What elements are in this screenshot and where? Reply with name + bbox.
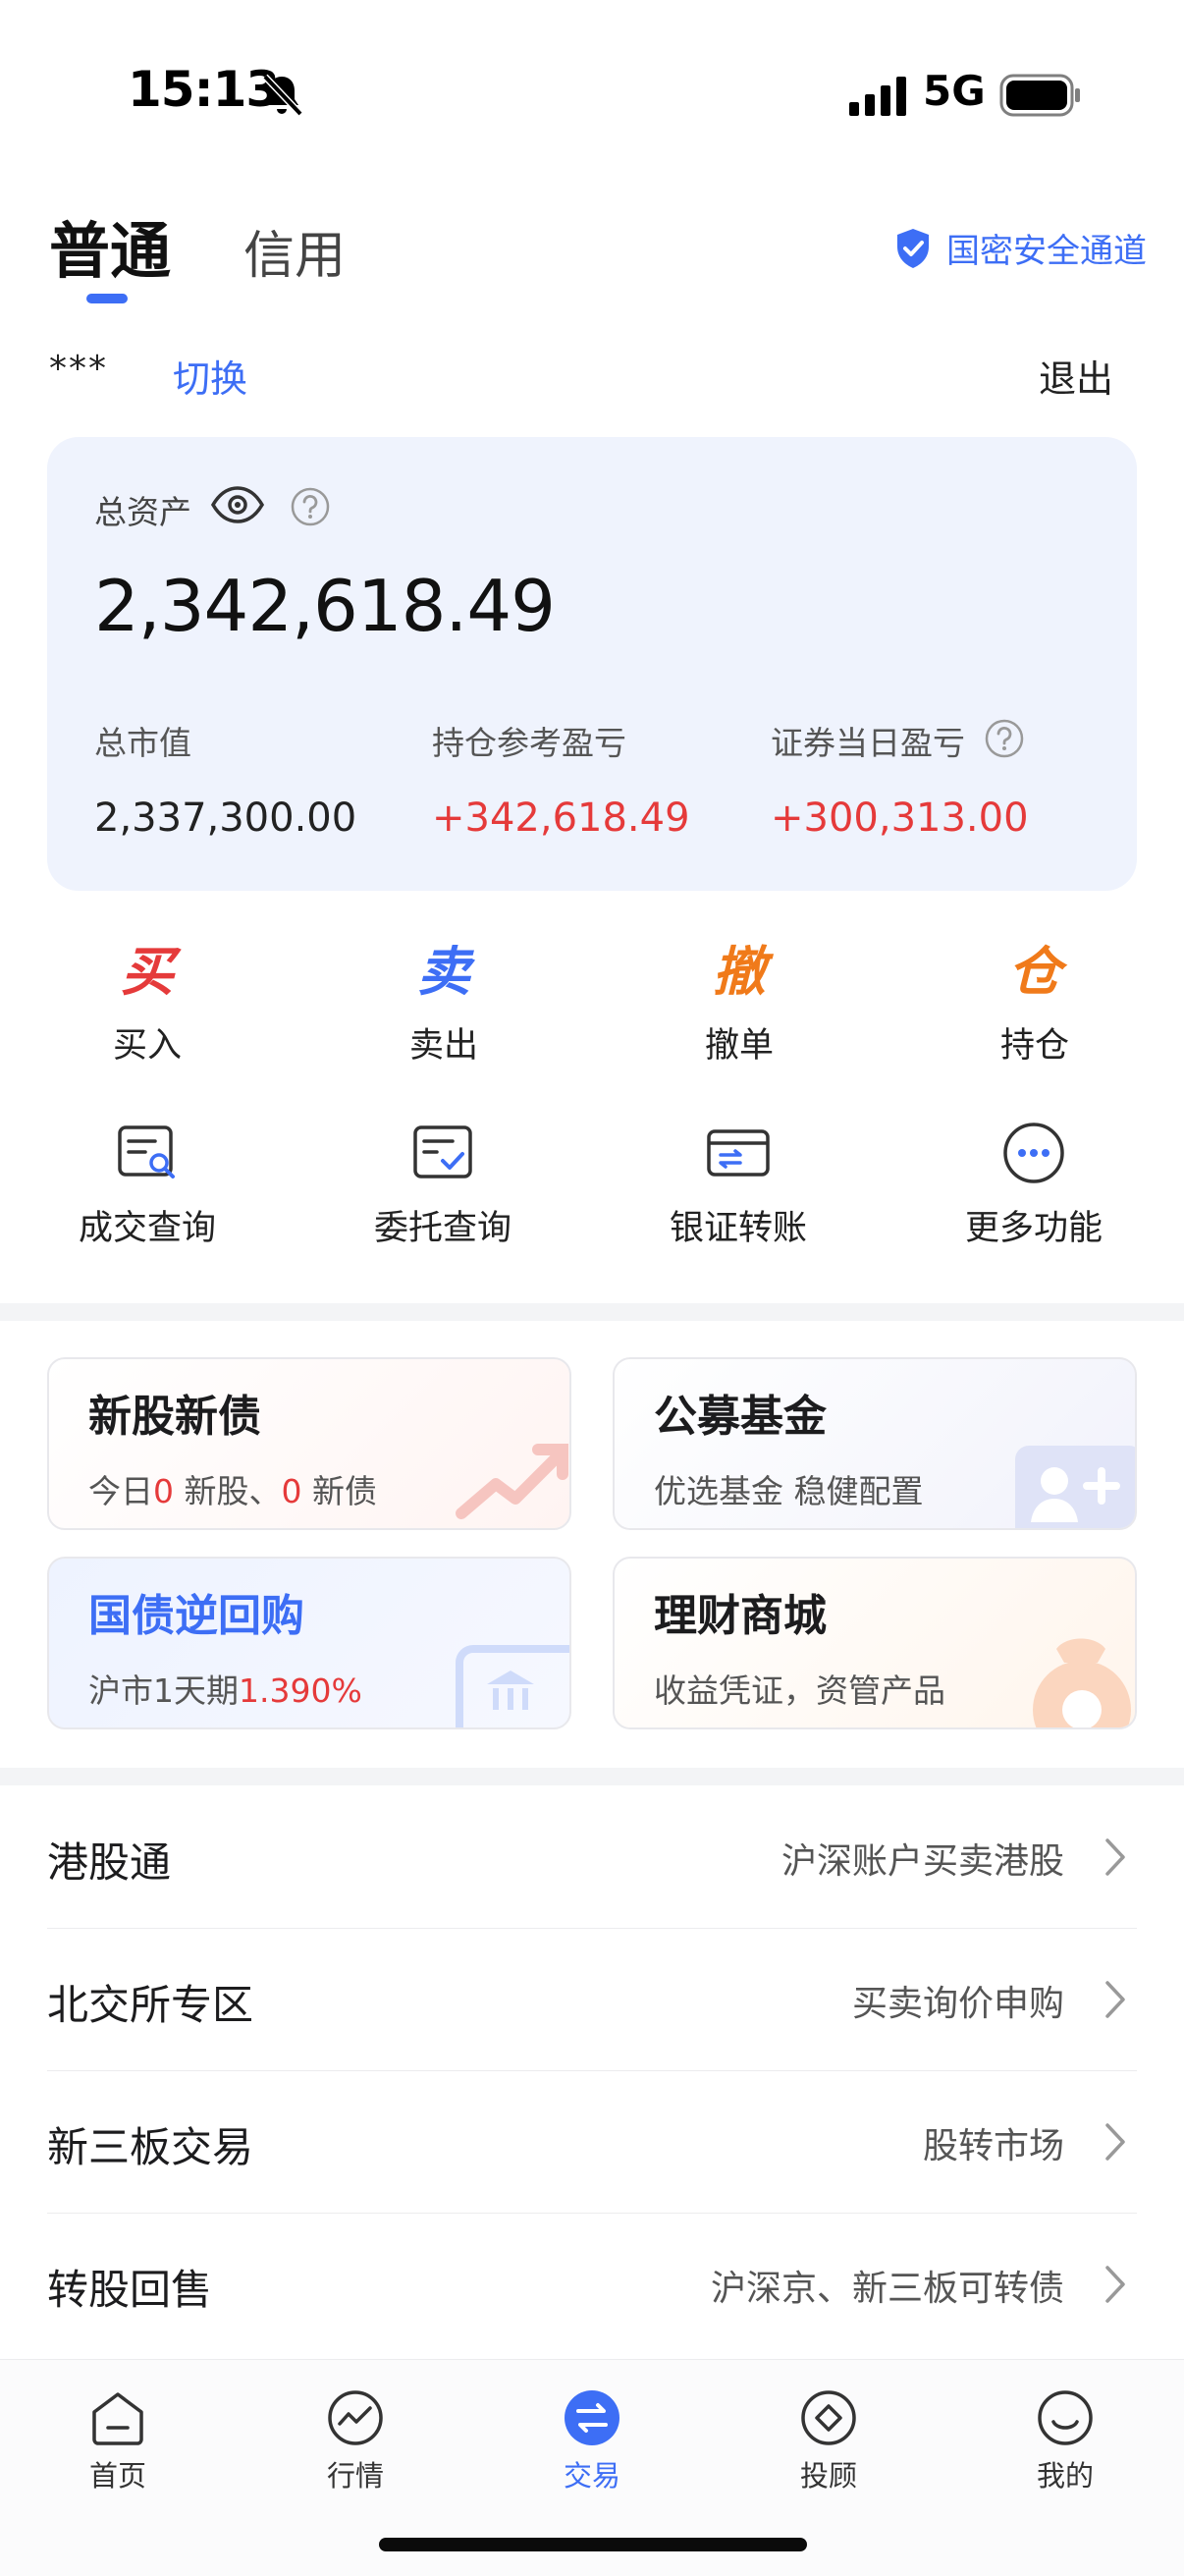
positions-icon: 仓 (1008, 941, 1061, 1003)
public-fund-title: 公募基金 (654, 1392, 827, 1442)
market-icon (328, 2390, 383, 2445)
nav-trade[interactable]: 交易 (513, 2386, 671, 2494)
switch-account-link[interactable]: 切换 (173, 349, 247, 403)
neeq-trading-title: 新三板交易 (47, 2123, 254, 2171)
reverse-repo-subtitle: 沪市1天期1.390% (88, 1672, 362, 1710)
daily-pnl-value: +300,313.00 (771, 795, 1029, 841)
tab-credit[interactable]: 信用 (243, 214, 346, 288)
help-icon[interactable] (290, 486, 331, 527)
more-dots-icon (1003, 1123, 1064, 1183)
wealth-mall-card[interactable]: 理财商城 收益凭证，资管产品 (613, 1557, 1137, 1729)
tab-active-indicator (86, 294, 128, 303)
chevron-right-icon (1105, 1981, 1125, 2018)
bank-icon (456, 1645, 569, 1727)
total-assets-label: 总资产 (94, 493, 191, 531)
ipo-card[interactable]: 新股新债 今日0 新股、0 新债 (47, 1357, 571, 1530)
conversion-putback-title: 转股回售 (47, 2266, 213, 2314)
eye-icon[interactable] (210, 484, 265, 525)
bell-muted-icon (262, 74, 303, 117)
bank-transfer-label: 银证转账 (669, 1209, 807, 1248)
nav-market-label: 行情 (326, 2459, 384, 2493)
sell-button[interactable]: 卖 卖出 (360, 943, 527, 1068)
buy-button[interactable]: 买 买入 (64, 943, 231, 1068)
deal-query-button[interactable]: 成交查询 (49, 1120, 245, 1250)
section-divider (0, 1303, 1184, 1321)
more-functions-label: 更多功能 (964, 1209, 1103, 1248)
wealth-mall-title: 理财商城 (654, 1591, 827, 1641)
battery-icon (999, 74, 1080, 117)
section-divider (0, 1768, 1184, 1785)
trend-up-icon (456, 1444, 568, 1519)
home-indicator (379, 2538, 807, 2551)
nav-profile[interactable]: 我的 (987, 2386, 1144, 2494)
positions-label: 持仓 (999, 1026, 1069, 1066)
position-pnl-value: +342,618.49 (432, 795, 690, 841)
cancel-order-icon: 撤 (713, 941, 766, 1003)
sell-icon: 卖 (417, 941, 470, 1003)
more-functions-button[interactable]: 更多功能 (936, 1120, 1132, 1250)
ipo-subtitle: 今日0 新股、0 新债 (88, 1472, 377, 1510)
bank-transfer-button[interactable]: 银证转账 (640, 1120, 836, 1250)
chevron-right-icon (1105, 2266, 1125, 2303)
wealth-mall-subtitle: 收益凭证，资管产品 (654, 1672, 945, 1710)
transfer-card-icon (707, 1129, 770, 1177)
hk-connect-row[interactable]: 港股通 沪深账户买卖港股 (47, 1785, 1137, 1929)
neeq-trading-row[interactable]: 新三板交易 股转市场 (47, 2070, 1137, 2214)
position-pnl-label: 持仓参考盈亏 (432, 724, 626, 762)
nav-home-label: 首页 (88, 2459, 146, 2493)
order-query-label: 委托查询 (373, 1209, 511, 1248)
nav-profile-label: 我的 (1036, 2459, 1094, 2493)
user-add-icon (1015, 1446, 1135, 1528)
nav-home[interactable]: 首页 (39, 2386, 196, 2494)
bse-zone-title: 北交所专区 (47, 1981, 254, 2029)
bse-zone-row[interactable]: 北交所专区 买卖询价申购 (47, 1928, 1137, 2071)
chevron-right-icon (1105, 2123, 1125, 2161)
home-icon (92, 2392, 143, 2445)
nav-trade-label: 交易 (563, 2459, 620, 2493)
public-fund-subtitle: 优选基金 稳健配置 (654, 1472, 924, 1510)
deal-search-icon (118, 1125, 175, 1178)
signal-icon (849, 77, 906, 116)
trade-icon (565, 2390, 619, 2445)
market-value-label: 总市值 (94, 724, 191, 762)
account-masked: *** (49, 349, 108, 389)
buy-label: 买入 (112, 1026, 182, 1066)
public-fund-card[interactable]: 公募基金 优选基金 稳健配置 (613, 1357, 1137, 1530)
secure-channel-label: 国密安全通道 (946, 232, 1147, 271)
deal-query-label: 成交查询 (78, 1209, 216, 1248)
hk-connect-subtitle: 沪深账户买卖港股 (780, 1841, 1064, 1882)
ipo-title: 新股新债 (88, 1392, 261, 1442)
tab-normal[interactable]: 普通 (49, 201, 171, 290)
reverse-repo-title: 国债逆回购 (88, 1591, 304, 1641)
order-check-icon (413, 1125, 472, 1178)
chevron-right-icon (1105, 1838, 1125, 1876)
profile-icon (1038, 2390, 1093, 2445)
order-query-button[interactable]: 委托查询 (345, 1120, 541, 1250)
neeq-trading-subtitle: 股转市场 (922, 2126, 1064, 2166)
nav-advisor-label: 投顾 (799, 2459, 857, 2493)
buy-icon: 买 (121, 941, 174, 1003)
hk-connect-title: 港股通 (47, 1838, 172, 1887)
positions-button[interactable]: 仓 持仓 (951, 943, 1118, 1068)
daily-pnl-label: 证券当日盈亏 (771, 724, 965, 762)
bse-zone-subtitle: 买卖询价申购 (851, 1984, 1064, 2024)
cancel-order-label: 撤单 (704, 1026, 774, 1066)
money-bag-icon (1033, 1638, 1131, 1727)
cancel-order-button[interactable]: 撤 撤单 (656, 943, 823, 1068)
nav-advisor[interactable]: 投顾 (750, 2386, 907, 2494)
nav-market[interactable]: 行情 (277, 2386, 434, 2494)
conversion-putback-subtitle: 沪深京、新三板可转债 (710, 2269, 1064, 2309)
total-assets-value: 2,342,618.49 (94, 565, 556, 647)
secure-channel-link[interactable]: 国密安全通道 (893, 224, 1147, 272)
market-value: 2,337,300.00 (94, 795, 357, 841)
help-icon[interactable] (984, 718, 1025, 759)
conversion-putback-row[interactable]: 转股回售 沪深京、新三板可转债 (47, 2213, 1137, 2355)
network-label: 5G (923, 67, 986, 115)
shield-check-icon (897, 228, 929, 268)
sell-label: 卖出 (408, 1026, 478, 1066)
logout-link[interactable]: 退出 (1039, 349, 1113, 403)
advisor-icon (801, 2390, 856, 2445)
reverse-repo-card[interactable]: 国债逆回购 沪市1天期1.390% (47, 1557, 571, 1729)
